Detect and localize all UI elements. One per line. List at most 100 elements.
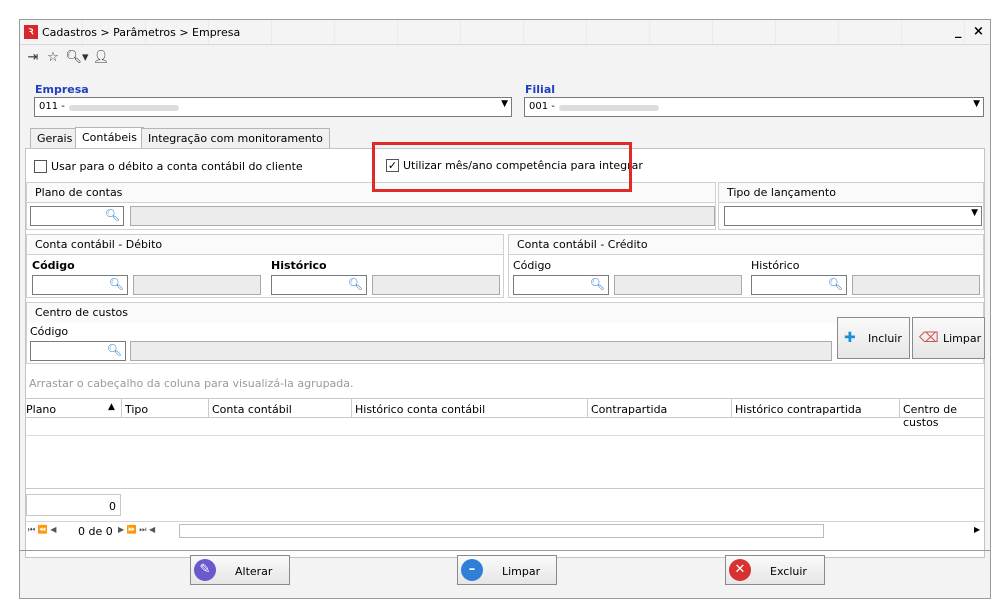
nav-position: 0 de 0: [78, 525, 113, 538]
filial-value: 001 -: [529, 101, 555, 112]
tipo-select[interactable]: ▼: [724, 206, 982, 226]
col-divider: [121, 399, 122, 417]
scroll-right-icon[interactable]: ▶: [974, 525, 980, 534]
search-icon[interactable]: 🔍︎: [348, 277, 363, 291]
close-button[interactable]: ×: [973, 24, 984, 39]
edit-icon: ✎: [194, 559, 216, 581]
nav-first-icon[interactable]: ⏮ ⏪ ◀: [28, 525, 56, 535]
favorite-add-icon[interactable]: ☆: [44, 49, 62, 67]
credito-historico-label: Histórico: [751, 259, 800, 272]
col-plano[interactable]: Plano: [26, 403, 56, 416]
debito-code-description: [133, 275, 261, 295]
plus-icon: ✚: [844, 330, 856, 346]
tipo-group: Tipo de lançamento ▼: [718, 182, 984, 230]
minus-icon: –: [461, 559, 483, 581]
search-icon[interactable]: 🔍︎: [109, 277, 124, 291]
debito-group: Conta contábil - Débito Código Histórico…: [26, 234, 504, 298]
plano-code-input[interactable]: 🔍︎: [30, 206, 124, 226]
redacted-text: [69, 105, 179, 111]
tab-contabeis[interactable]: Contábeis: [75, 127, 144, 149]
debit-client-label: Usar para o débito a conta contábil do c…: [51, 160, 303, 173]
eraser-icon: ⌫: [919, 330, 939, 346]
limpar-centro-label: Limpar: [943, 332, 982, 345]
grid-navigator: ⏮ ⏪ ◀ 0 de 0 ▶ ⏩ ⏭ ◀ ▶: [26, 521, 984, 539]
debit-client-checkbox[interactable]: [34, 160, 47, 173]
tab-gerais[interactable]: Gerais: [30, 128, 80, 148]
tab-panel: Usar para o débito a conta contábil do c…: [25, 148, 985, 558]
title-bar: ꝛ Cadastros > Parâmetros > Empresa _ ×: [20, 20, 990, 45]
redacted-text: [559, 105, 659, 111]
credito-header: Conta contábil - Crédito: [509, 235, 983, 255]
limpar-button[interactable]: – Limpar: [457, 555, 557, 585]
excluir-button[interactable]: ✕ Excluir: [725, 555, 825, 585]
grid-filter-row[interactable]: [26, 418, 984, 436]
debito-header: Conta contábil - Débito: [27, 235, 503, 255]
centro-codigo-label: Código: [30, 325, 69, 338]
search-icon[interactable]: 🔍︎: [590, 277, 605, 291]
toolbar: ⇥ ☆ 🔍︎▾ 👤︎: [20, 46, 990, 70]
credito-group: Conta contábil - Crédito Código Históric…: [508, 234, 984, 298]
sort-asc-icon: ▲: [108, 402, 115, 412]
empresa-select[interactable]: 011 - ▼: [34, 97, 512, 117]
plano-description: [130, 206, 715, 226]
search-icon[interactable]: 🔍︎▾: [64, 49, 90, 67]
credito-code-input[interactable]: 🔍︎: [513, 275, 609, 295]
minimize-button[interactable]: _: [955, 24, 962, 39]
nav-next-icon[interactable]: ▶ ⏩ ⏭ ◀: [118, 525, 155, 535]
col-historico-conta[interactable]: Histórico conta contábil: [355, 403, 485, 416]
col-divider: [731, 399, 732, 417]
chevron-down-icon: ▼: [501, 99, 508, 109]
credito-codigo-label: Código: [513, 259, 552, 272]
user-icon[interactable]: 👤︎: [92, 49, 110, 67]
grid-count-cell: 0: [26, 494, 121, 516]
col-historico-contra[interactable]: Histórico contrapartida: [735, 403, 862, 416]
credito-code-description: [614, 275, 742, 295]
filial-select[interactable]: 001 - ▼: [524, 97, 984, 117]
limpar-label: Limpar: [502, 565, 541, 578]
highlight-box: [372, 142, 632, 192]
centro-code-input[interactable]: 🔍︎: [30, 341, 126, 361]
debito-codigo-label: Código: [32, 259, 75, 272]
col-divider: [899, 399, 900, 417]
tab-integracao[interactable]: Integração com monitoramento: [141, 128, 330, 148]
debito-code-input[interactable]: 🔍︎: [32, 275, 128, 295]
alterar-label: Alterar: [235, 565, 273, 578]
excluir-label: Excluir: [770, 565, 807, 578]
col-divider: [208, 399, 209, 417]
empresa-value: 011 -: [39, 101, 65, 112]
grid-header: Plano ▲ Tipo Conta contábil Histórico co…: [26, 398, 984, 429]
limpar-centro-button[interactable]: ⌫ Limpar: [912, 317, 985, 359]
search-icon[interactable]: 🔍︎: [107, 343, 122, 357]
grid-count: 0: [109, 500, 116, 513]
empresa-label: Empresa: [35, 83, 89, 96]
debito-historico-description: [372, 275, 500, 295]
exit-icon[interactable]: ⇥: [24, 49, 42, 67]
window-title: Cadastros > Parâmetros > Empresa: [42, 26, 241, 39]
chevron-down-icon: ▼: [971, 208, 978, 218]
debito-historico-input[interactable]: 🔍︎: [271, 275, 367, 295]
col-divider: [587, 399, 588, 417]
col-tipo[interactable]: Tipo: [125, 403, 148, 416]
incluir-label: Incluir: [868, 332, 902, 345]
tipo-header: Tipo de lançamento: [719, 183, 983, 203]
search-icon[interactable]: 🔍︎: [105, 208, 120, 222]
group-hint: Arrastar o cabeçalho da coluna para visu…: [29, 377, 354, 390]
footer-divider: [20, 550, 990, 551]
main-window: ꝛ Cadastros > Parâmetros > Empresa _ × ⇥…: [19, 19, 991, 599]
incluir-button[interactable]: ✚ Incluir: [837, 317, 910, 359]
debito-historico-label: Histórico: [271, 259, 327, 272]
credito-historico-description: [852, 275, 980, 295]
filial-label: Filial: [525, 83, 556, 96]
search-icon[interactable]: 🔍︎: [828, 277, 843, 291]
delete-icon: ✕: [729, 559, 751, 581]
grid-divider: [26, 488, 984, 489]
credito-historico-input[interactable]: 🔍︎: [751, 275, 847, 295]
horizontal-scrollbar[interactable]: [179, 524, 824, 538]
col-conta[interactable]: Conta contábil: [212, 403, 292, 416]
chevron-down-icon: ▼: [973, 99, 980, 109]
col-divider: [351, 399, 352, 417]
centro-group: Centro de custos Código 🔍︎ ✚ Incluir ⌫ L…: [26, 302, 985, 364]
alterar-button[interactable]: ✎ Alterar: [190, 555, 290, 585]
app-icon: ꝛ: [24, 25, 38, 39]
col-contrapartida[interactable]: Contrapartida: [591, 403, 667, 416]
